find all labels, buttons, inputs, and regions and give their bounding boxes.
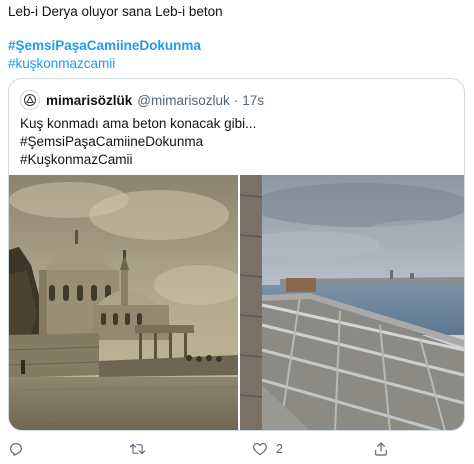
mosque-photo-image [9,175,238,430]
tweet-action-bar: 2 [0,437,474,461]
like-button[interactable]: 2 [252,437,283,461]
avatar[interactable] [20,90,40,110]
tweet-text: Leb-i Derya oluyor sana Leb-i beton #Şem… [8,3,464,73]
retweet-icon [129,443,146,455]
quoted-hashtag-semsipasa: #ŞemsiPaşaCamiineDokunma [20,134,204,149]
reply-button[interactable] [8,437,24,461]
share-icon [375,442,387,456]
quoted-timestamp[interactable]: 17s [242,93,264,108]
quoted-tweet-card[interactable]: mimarisözlük @mimarisozluk · 17s Kuş kon… [8,78,465,431]
tweet-text-line: Leb-i Derya oluyor sana Leb-i beton [8,4,223,19]
construction-photo-image [240,175,464,430]
avatar-logo-icon [24,94,36,106]
header-separator: · [233,92,239,108]
quoted-text-line: Kuş konmadı ama beton konacak gibi... [20,116,257,131]
mosque-photo[interactable] [9,175,238,430]
quoted-handle[interactable]: @mimarisozluk [137,93,229,108]
reply-icon [10,443,22,456]
quoted-tweet-header: mimarisözlük @mimarisozluk · 17s [20,90,264,110]
quoted-media-grid [9,175,464,430]
hashtag-link-kuskonmaz[interactable]: #kuşkonmazcamii [8,55,464,73]
quoted-display-name[interactable]: mimarisözlük [46,93,132,108]
share-button[interactable] [373,437,389,461]
quoted-hashtag-kuskonmaz: #KuşkonmazCamii [20,152,133,167]
hashtag-link-semsipasa[interactable]: #ŞemsiPaşaCamiineDokunma [8,37,464,55]
tweet-text-spacer [8,21,464,37]
retweet-button[interactable] [129,437,146,461]
heart-icon [253,442,267,456]
construction-photo[interactable] [240,175,464,430]
like-count: 2 [276,442,283,456]
quoted-tweet-body: Kuş konmadı ama beton konacak gibi... #Ş… [20,115,256,169]
